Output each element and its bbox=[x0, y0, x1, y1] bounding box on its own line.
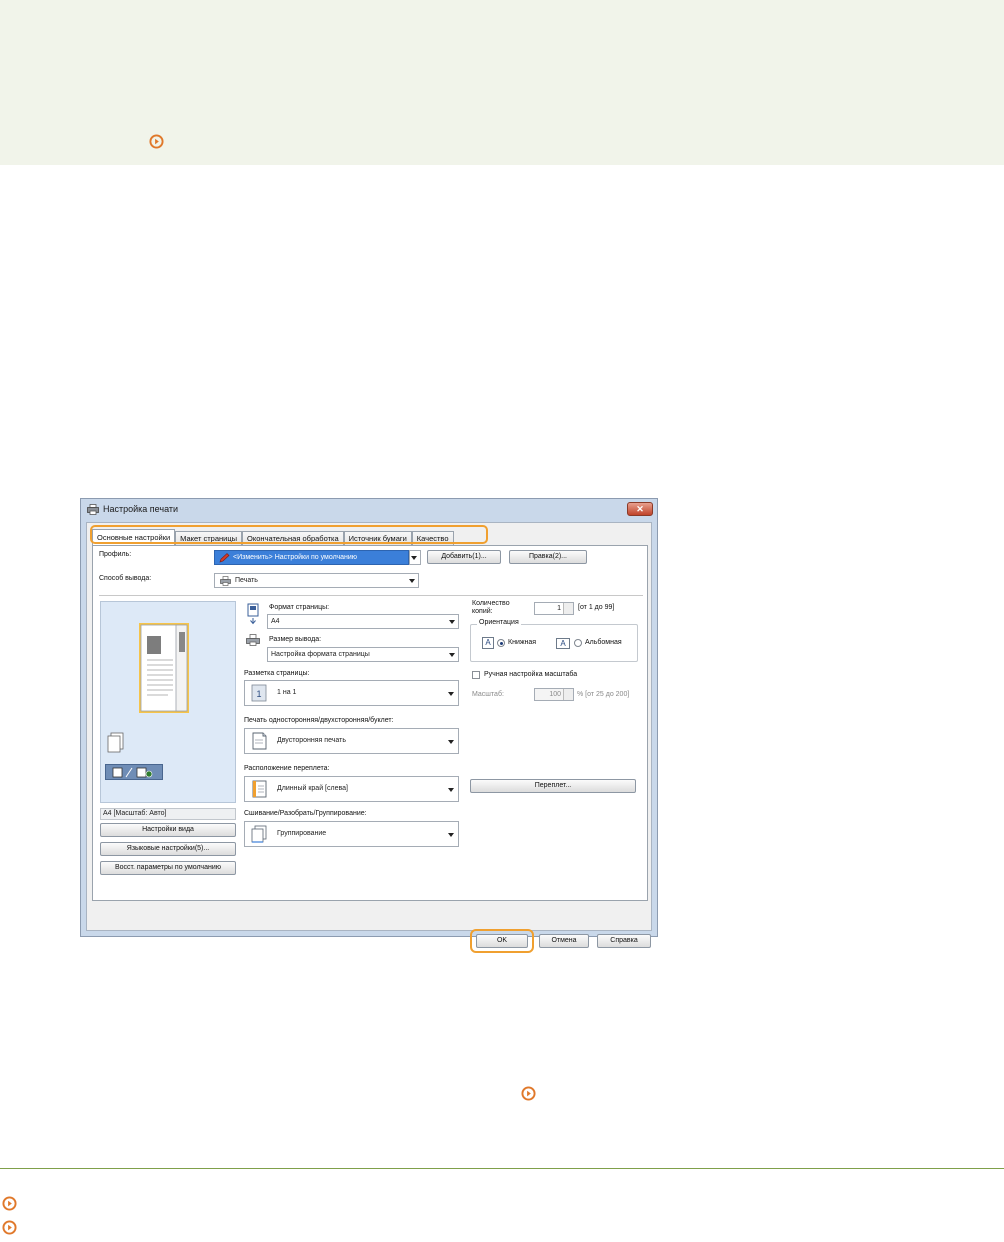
output-method-select[interactable]: Печать bbox=[214, 573, 419, 588]
pencil-icon bbox=[219, 553, 230, 563]
note-box bbox=[0, 0, 1004, 165]
profile-select[interactable]: <Изменить> Настройки по умолчанию bbox=[214, 550, 409, 565]
page-size-icon bbox=[247, 603, 259, 625]
profile-dropdown-button[interactable] bbox=[409, 550, 421, 565]
output-size-select[interactable]: Настройка формата страницы bbox=[267, 647, 459, 662]
profile-value: <Изменить> Настройки по умолчанию bbox=[233, 554, 358, 561]
output-method-label: Способ вывода: bbox=[99, 575, 152, 582]
page-layout-value: 1 на 1 bbox=[277, 689, 297, 696]
collate-label: Сшивание/Разобрать/Группирование: bbox=[244, 810, 367, 817]
scale-label: Масштаб: bbox=[472, 691, 504, 698]
output-method-value: Печать bbox=[235, 577, 258, 584]
tabs-highlight bbox=[90, 525, 488, 544]
spinner-arrows-icon[interactable] bbox=[563, 603, 573, 614]
close-button[interactable]: ✕ bbox=[627, 502, 653, 516]
manual-scale-label: Ручная настройка масштаба bbox=[484, 671, 578, 678]
arrow-circle-icon[interactable] bbox=[149, 134, 164, 149]
chevron-down-icon bbox=[449, 653, 455, 657]
spinner-arrows-icon[interactable] bbox=[563, 689, 573, 700]
print-settings-dialog: Настройка печати ✕ Основные настройки Ма… bbox=[80, 498, 658, 953]
binding-button[interactable]: Переплет... bbox=[470, 779, 636, 793]
binding-edge-icon bbox=[252, 780, 267, 798]
language-settings-button[interactable]: Языковые настройки(5)... bbox=[100, 842, 236, 856]
binding-value: Длинный край [слева] bbox=[277, 785, 348, 792]
page-layout-icon: 1 bbox=[251, 684, 267, 702]
copies-range: [от 1 до 99] bbox=[578, 604, 615, 611]
printer-icon bbox=[246, 634, 260, 646]
printer-icon bbox=[87, 504, 99, 515]
chevron-down-icon bbox=[448, 833, 454, 837]
page-size-select[interactable]: A4 bbox=[267, 614, 459, 629]
output-size-label: Размер вывода: bbox=[269, 636, 322, 643]
view-mode-toggle[interactable] bbox=[105, 764, 163, 780]
manual-scale-checkbox[interactable] bbox=[472, 671, 480, 679]
scale-range: % [от 25 до 200] bbox=[577, 691, 630, 698]
portrait-icon: A bbox=[482, 637, 494, 649]
copies-value: 1 bbox=[557, 605, 561, 612]
duplex-page-icon bbox=[252, 732, 267, 750]
add-profile-button[interactable]: Добавить(1)... bbox=[427, 550, 501, 564]
view-settings-button[interactable]: Настройки вида bbox=[100, 823, 236, 837]
chevron-down-icon bbox=[409, 579, 415, 583]
chevron-down-icon bbox=[411, 556, 417, 560]
chevron-down-icon bbox=[448, 740, 454, 744]
page-layout-select[interactable]: 1 1 на 1 bbox=[244, 680, 459, 706]
landscape-label: Альбомная bbox=[585, 639, 622, 646]
help-button[interactable]: Справка bbox=[597, 934, 651, 948]
restore-defaults-button[interactable]: Восст. параметры по умолчанию bbox=[100, 861, 236, 875]
portrait-radio[interactable] bbox=[497, 639, 505, 647]
copies-label-line2: копий: bbox=[472, 608, 493, 615]
duplex-label: Печать односторонняя/двухсторонняя/букле… bbox=[244, 717, 394, 724]
cancel-button[interactable]: Отмена bbox=[539, 934, 589, 948]
dialog-client: Основные настройки Макет страницы Оконча… bbox=[86, 522, 652, 953]
output-size-value: Настройка формата страницы bbox=[271, 651, 370, 658]
page-layout-label: Разметка страницы: bbox=[244, 670, 310, 677]
group-pages-icon bbox=[251, 825, 267, 843]
page-size-label: Формат страницы: bbox=[269, 604, 330, 611]
page-view-icon bbox=[112, 767, 153, 778]
ok-button[interactable]: OK bbox=[476, 934, 528, 948]
copies-label-line1: Количество bbox=[472, 600, 510, 607]
duplex-value: Двусторонняя печать bbox=[277, 737, 346, 744]
duplex-select[interactable]: Двусторонняя печать bbox=[244, 728, 459, 754]
orientation-label: Ориентация bbox=[477, 619, 521, 626]
binding-select[interactable]: Длинный край [слева] bbox=[244, 776, 459, 802]
arrow-circle-icon[interactable] bbox=[2, 1220, 17, 1235]
profile-label: Профиль: bbox=[99, 551, 132, 558]
edit-profile-button[interactable]: Правка(2)... bbox=[509, 550, 587, 564]
arrow-circle-icon[interactable] bbox=[521, 1086, 536, 1101]
chevron-down-icon bbox=[449, 620, 455, 624]
basic-settings-panel: Профиль: <Изменить> Настройки по умолчан… bbox=[92, 545, 648, 901]
page-size-value: A4 bbox=[271, 618, 280, 625]
svg-text:1: 1 bbox=[256, 689, 261, 699]
chevron-down-icon bbox=[448, 788, 454, 792]
chevron-down-icon bbox=[448, 692, 454, 696]
collate-select[interactable]: Группирование bbox=[244, 821, 459, 847]
collate-value: Группирование bbox=[277, 830, 327, 837]
page-preview-icon bbox=[139, 623, 189, 713]
landscape-radio[interactable] bbox=[574, 639, 582, 647]
copies-stack-icon bbox=[107, 732, 124, 753]
binding-label: Расположение переплета: bbox=[244, 765, 330, 772]
arrow-circle-icon[interactable] bbox=[2, 1196, 17, 1211]
copies-spinner[interactable]: 1 bbox=[534, 602, 574, 615]
titlebar[interactable]: Настройка печати ✕ bbox=[81, 499, 657, 521]
landscape-icon: A bbox=[556, 638, 570, 649]
preview-area bbox=[100, 601, 236, 803]
preview-status: A4 [Масштаб: Авто] bbox=[100, 808, 236, 820]
section-divider bbox=[0, 1168, 1004, 1169]
printer-icon bbox=[220, 576, 231, 586]
portrait-label: Книжная bbox=[508, 639, 537, 646]
divider bbox=[99, 595, 643, 596]
scale-value: 100 bbox=[549, 691, 561, 698]
dialog-title: Настройка печати bbox=[103, 504, 179, 514]
scale-spinner[interactable]: 100 bbox=[534, 688, 574, 701]
